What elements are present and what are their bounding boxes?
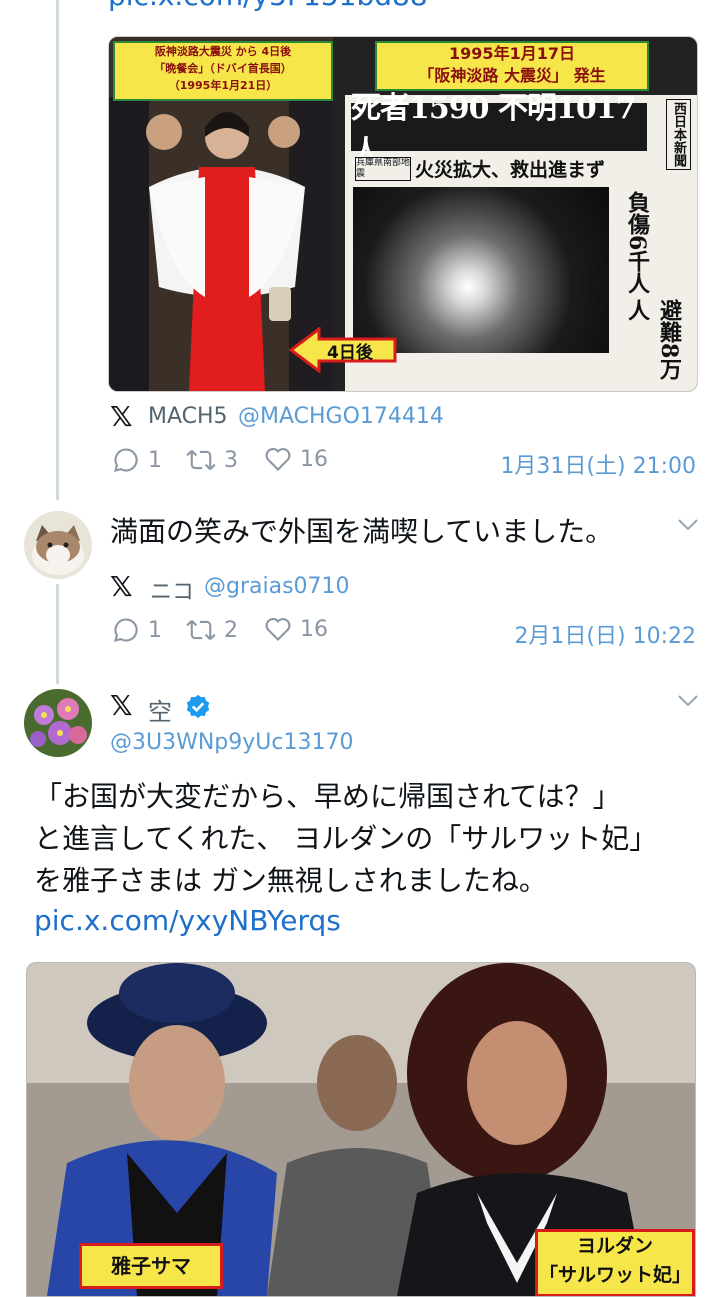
verified-badge-icon bbox=[184, 693, 212, 725]
chevron-down-icon[interactable] bbox=[676, 514, 700, 539]
reply-count: 1 bbox=[148, 617, 162, 643]
caption-left-line2: 「晩餐会」（ドバイ首長国） bbox=[154, 62, 292, 75]
like-button[interactable]: 16 bbox=[264, 446, 328, 472]
reply-button[interactable]: 1 bbox=[112, 616, 162, 644]
newspaper-side-text2: 避難8万人 bbox=[624, 299, 682, 381]
author-name[interactable]: MACH5 bbox=[148, 404, 228, 429]
author-handle[interactable]: @graias0710 bbox=[204, 574, 350, 599]
x-logo-icon: 𝕏 bbox=[110, 689, 133, 722]
label-right-line2: 「サルワット妃」 bbox=[538, 1264, 691, 1286]
author-name[interactable]: 空 bbox=[148, 692, 172, 727]
x-logo-icon: 𝕏 bbox=[110, 570, 133, 603]
newspaper-subhead: 火災拡大、救出進まず bbox=[415, 159, 606, 181]
label-right: ヨルダン 「サルワット妃」 bbox=[535, 1229, 695, 1296]
tweet-image[interactable]: 雅子サマ ヨルダン 「サルワット妃」 bbox=[26, 962, 696, 1297]
arrow-label: 4日後 bbox=[289, 327, 397, 373]
tweet-text-line1: 「お国が大変だから、早めに帰国されては？」 bbox=[34, 780, 621, 813]
newspaper-masthead: 西日本新聞 bbox=[666, 99, 691, 170]
tweet-text-line3: を雅子さまは ガン無視しされましたね。 bbox=[34, 864, 547, 897]
tweet-text: 満面の笑みで外国を満喫していました。 bbox=[110, 515, 614, 548]
newspaper-side-text1: 負傷6千人 bbox=[624, 191, 650, 295]
retweet-count: 2 bbox=[224, 617, 238, 643]
reply-count: 1 bbox=[148, 447, 162, 473]
like-count: 16 bbox=[300, 446, 328, 472]
cat-avatar bbox=[24, 511, 92, 579]
timestamp[interactable]: 1月31日(土) 21:00 bbox=[500, 448, 696, 480]
thread-line bbox=[56, 584, 59, 684]
author-handle[interactable]: @3U3WNp9yUc13170 bbox=[110, 730, 353, 755]
tweet-image[interactable]: 阪神淡路大震災 から 4日後 「晩餐会」（ドバイ首長国） （1995年1月21日… bbox=[108, 36, 698, 392]
author-name[interactable]: ニコ bbox=[150, 574, 194, 606]
newspaper-headline: 死者1590 不明1017人 bbox=[351, 91, 647, 170]
retweet-icon bbox=[186, 450, 216, 470]
caption-left-line1: 阪神淡路大震災 から 4日後 bbox=[154, 45, 292, 58]
heart-icon bbox=[265, 618, 291, 641]
reply-button[interactable]: 1 bbox=[112, 446, 162, 474]
retweet-icon bbox=[186, 620, 216, 640]
tweet-text-line2: と進言してくれた、 ヨルダンの「サルワット妃」 bbox=[34, 822, 658, 855]
x-logo-icon: 𝕏 bbox=[110, 400, 133, 433]
retweet-count: 3 bbox=[224, 447, 238, 473]
flower-avatar bbox=[24, 689, 92, 757]
thread-line bbox=[56, 0, 59, 500]
tweet-text: 「お国が大変だから、早めに帰国されては？」 と進言してくれた、 ヨルダンの「サル… bbox=[34, 776, 657, 902]
avatar[interactable] bbox=[24, 689, 92, 757]
reply-icon bbox=[114, 618, 138, 642]
image-link[interactable]: pic.x.com/yxyNBYerqs bbox=[34, 904, 341, 937]
heart-icon bbox=[265, 448, 291, 471]
caption-left: 阪神淡路大震災 から 4日後 「晩餐会」（ドバイ首長国） （1995年1月21日… bbox=[113, 41, 333, 101]
avatar[interactable] bbox=[24, 511, 92, 579]
retweet-button[interactable]: 2 bbox=[186, 616, 238, 644]
caption-left-line3: （1995年1月21日） bbox=[168, 79, 278, 92]
retweet-button[interactable]: 3 bbox=[186, 446, 238, 474]
label-right-line1: ヨルダン bbox=[576, 1235, 653, 1257]
chevron-down-icon[interactable] bbox=[676, 690, 700, 715]
label-left: 雅子サマ bbox=[79, 1243, 223, 1289]
caption-right-line1: 1995年1月17日 bbox=[449, 44, 575, 63]
timestamp[interactable]: 2月1日(日) 10:22 bbox=[514, 618, 696, 650]
newspaper: 死者1590 不明1017人 西日本新聞 兵庫県南部地震 火災拡大、救出進まず … bbox=[345, 91, 697, 391]
like-count: 16 bbox=[300, 616, 328, 642]
arrow-label-text: 4日後 bbox=[327, 343, 373, 363]
author-handle[interactable]: @MACHGO174414 bbox=[238, 404, 444, 429]
image-link[interactable]: pic.x.com/y5F151bd88 bbox=[108, 0, 428, 12]
like-button[interactable]: 16 bbox=[264, 616, 328, 642]
reply-icon bbox=[114, 448, 138, 472]
newspaper-subhead-tag: 兵庫県南部地震 bbox=[355, 157, 411, 181]
